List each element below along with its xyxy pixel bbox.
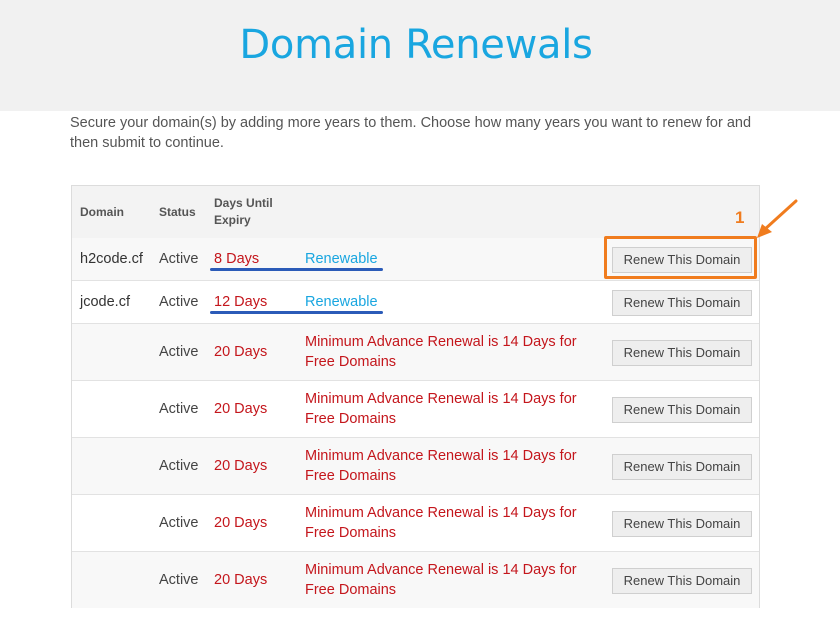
days-until-expiry: 20 Days [214, 344, 268, 360]
table-row: Active 20 Days Minimum Advance Renewal i… [72, 438, 759, 495]
annotation-underline [210, 268, 383, 271]
days-until-expiry: 20 Days [214, 572, 268, 588]
status-text: Active [159, 515, 199, 531]
table-row: Active 20 Days Minimum Advance Renewal i… [72, 381, 759, 438]
renew-domain-button[interactable]: Renew This Domain [612, 568, 752, 594]
renew-domain-button[interactable]: Renew This Domain [612, 454, 752, 480]
days-until-expiry: 20 Days [214, 515, 268, 531]
table-row: Active 20 Days Minimum Advance Renewal i… [72, 324, 759, 381]
renew-domain-button[interactable]: Renew This Domain [612, 511, 752, 537]
renew-domain-button[interactable]: Renew This Domain [612, 290, 752, 316]
days-until-expiry: 12 Days [214, 294, 268, 310]
renewal-note: Minimum Advance Renewal is 14 Days for F… [305, 334, 577, 370]
renew-domain-button[interactable]: Renew This Domain [612, 340, 752, 366]
table-header: Domain Status Days Until Expiry [72, 186, 759, 239]
status-text: Active [159, 572, 199, 588]
table-row: Active 20 Days Minimum Advance Renewal i… [72, 495, 759, 552]
header-domain: Domain [80, 205, 125, 219]
renewal-note: Renewable [305, 251, 378, 267]
renewal-note: Minimum Advance Renewal is 14 Days for F… [305, 391, 577, 427]
page-header: Domain Renewals [0, 0, 840, 111]
domain-name: h2code.cf [80, 251, 143, 267]
days-until-expiry: 20 Days [214, 401, 268, 417]
status-text: Active [159, 344, 199, 360]
renew-domain-button[interactable]: Renew This Domain [612, 397, 752, 423]
renewal-note: Minimum Advance Renewal is 14 Days for F… [305, 448, 577, 484]
status-text: Active [159, 401, 199, 417]
page-title: Domain Renewals [239, 22, 593, 68]
renewal-note: Minimum Advance Renewal is 14 Days for F… [305, 505, 577, 541]
days-until-expiry: 20 Days [214, 458, 268, 474]
table-row: Active 20 Days Minimum Advance Renewal i… [72, 552, 759, 608]
domain-name: jcode.cf [80, 294, 130, 310]
days-until-expiry: 8 Days [214, 251, 260, 267]
annotation-underline [210, 311, 383, 314]
intro-text: Secure your domain(s) by adding more yea… [70, 115, 752, 151]
status-text: Active [159, 294, 199, 310]
annotation-arrow-icon [757, 199, 798, 238]
header-days-until-expiry: Days Until Expiry [214, 196, 273, 227]
table-row: jcode.cf Active 12 Days Renewable Renew … [72, 281, 759, 324]
annotation-highlight-box [604, 236, 757, 279]
annotation-step-number: 1 [735, 208, 745, 227]
status-text: Active [159, 458, 199, 474]
header-status: Status [159, 205, 196, 219]
renewal-note: Minimum Advance Renewal is 14 Days for F… [305, 562, 577, 598]
status-text: Active [159, 251, 199, 267]
renewal-note: Renewable [305, 294, 378, 310]
